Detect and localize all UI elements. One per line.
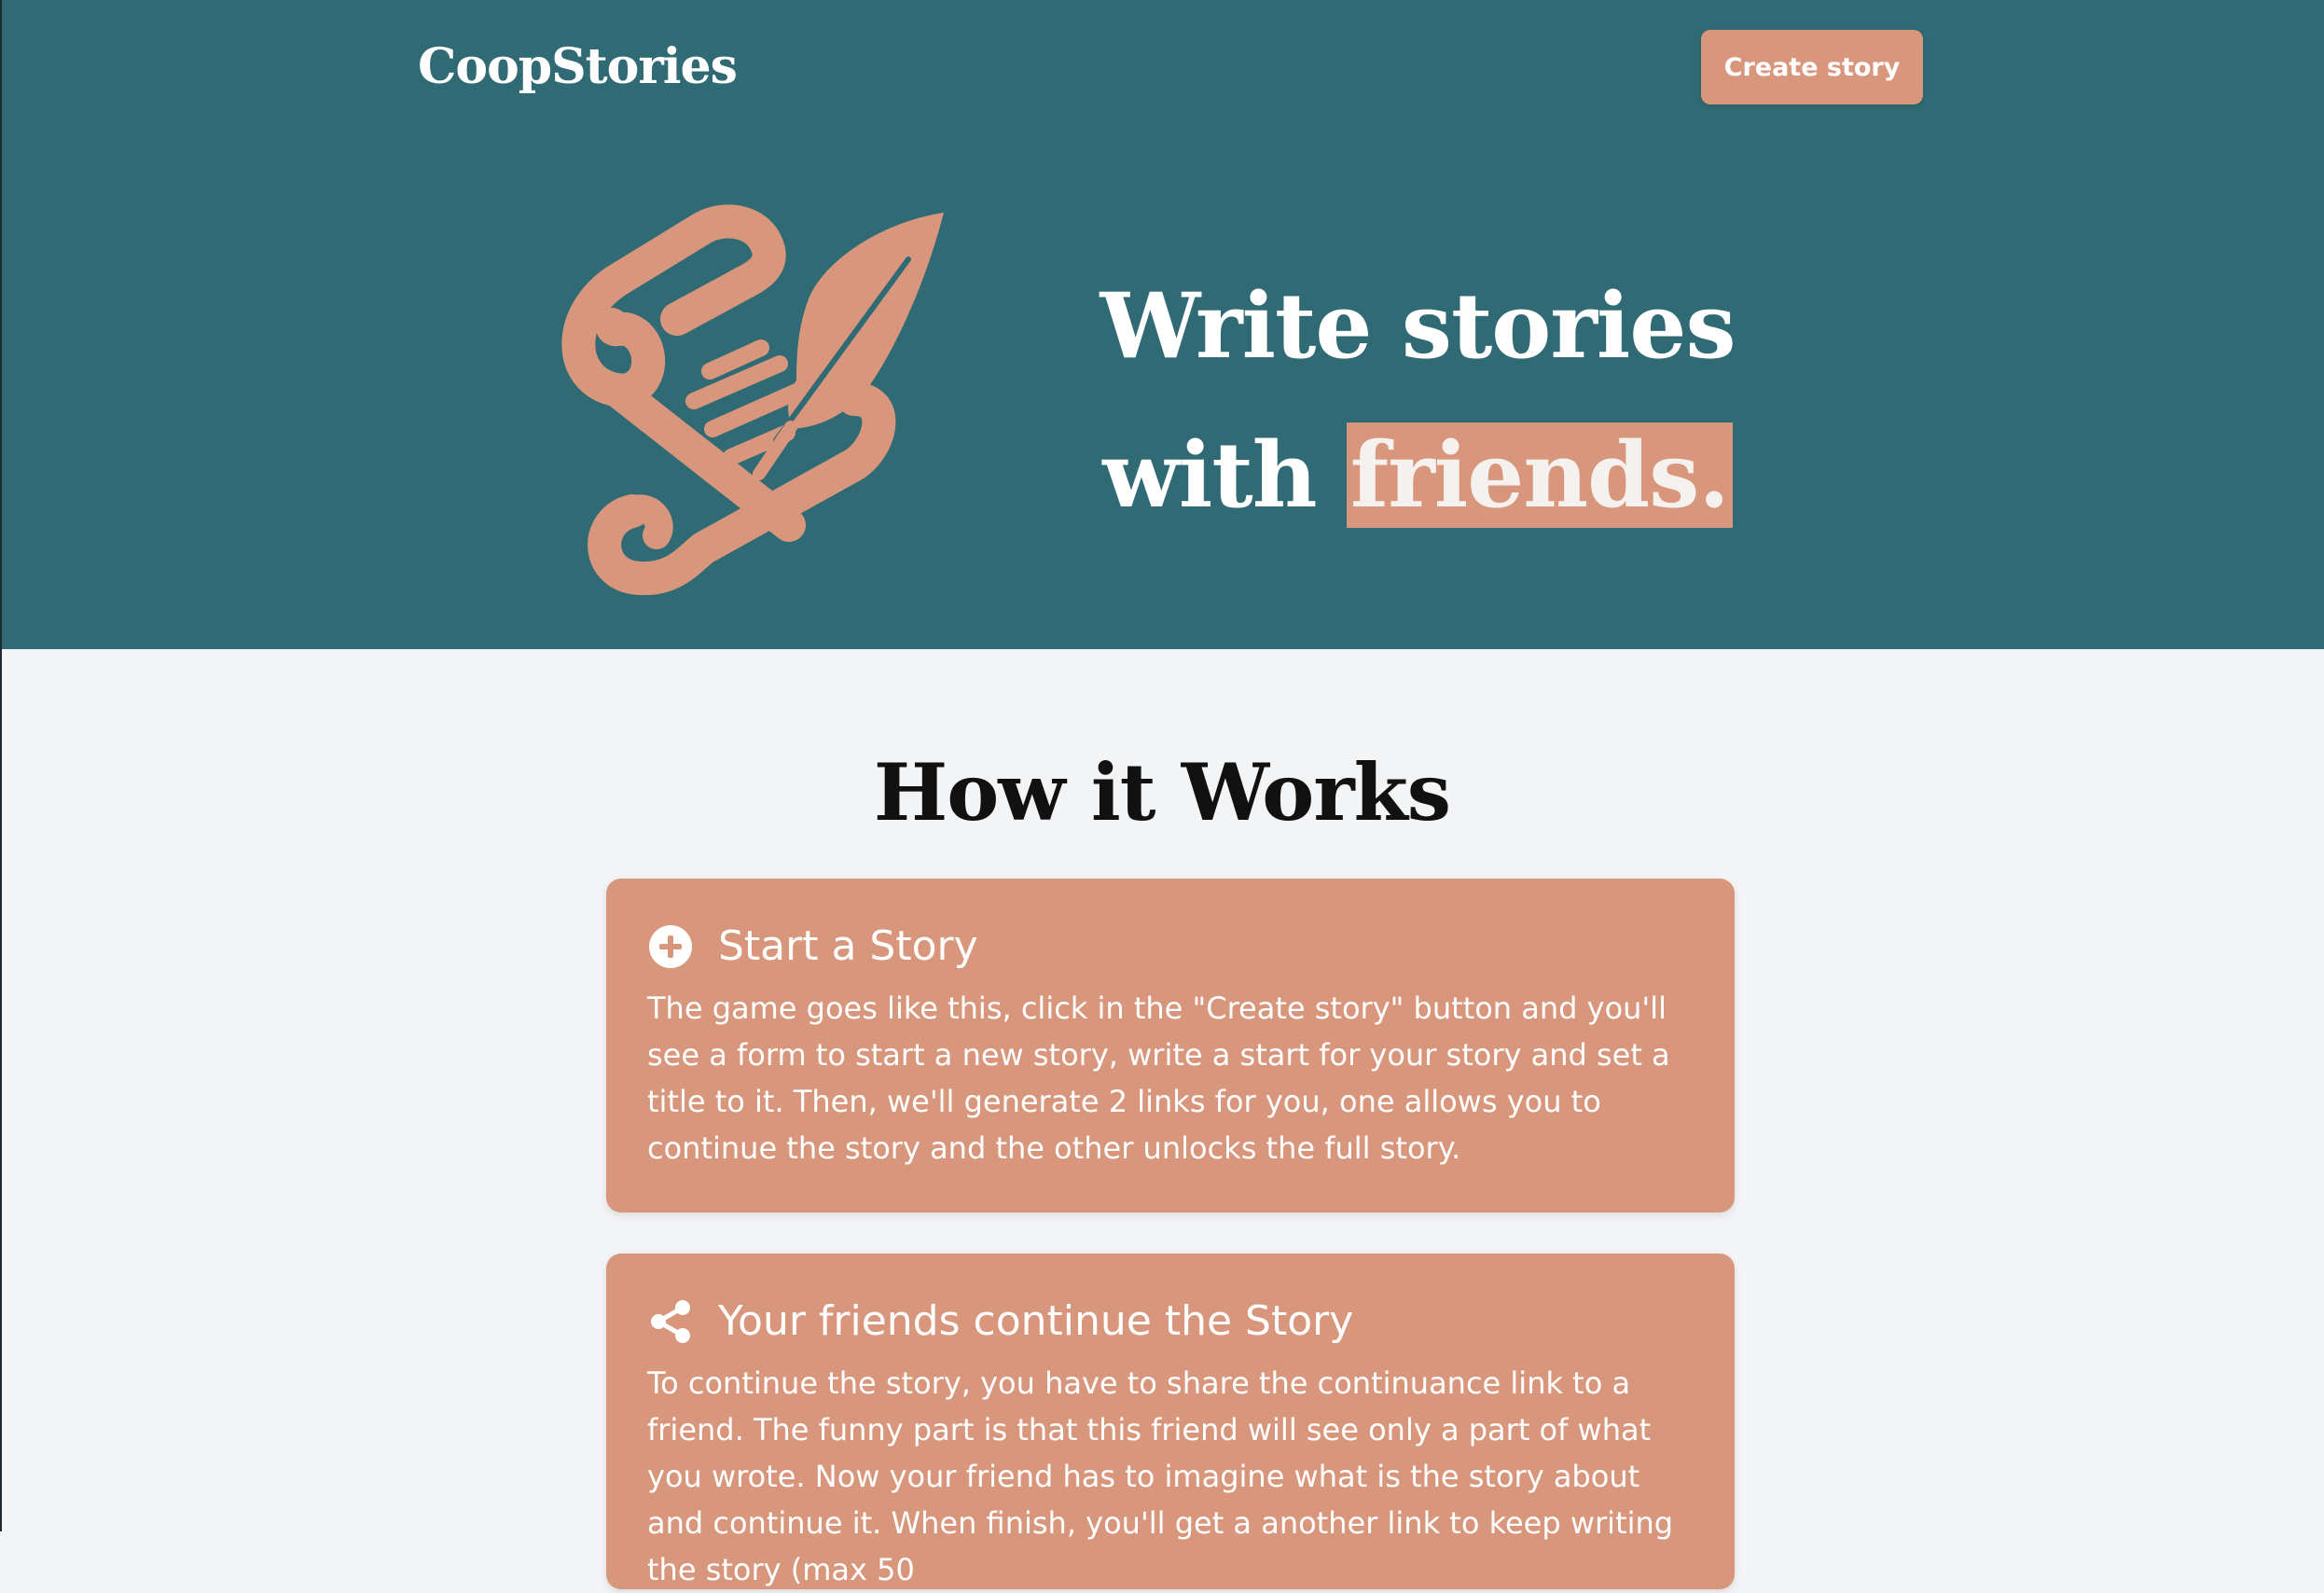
step-card-friends-continue: Your friends continue the Story To conti… — [606, 1254, 1735, 1589]
hero-headline: Write stories with friends. — [1026, 252, 1809, 550]
scroll-quill-icon — [561, 204, 944, 595]
how-it-works-title: How it Works — [873, 746, 1451, 838]
hero-section: CoopStories Create story Write stories w… — [0, 0, 2324, 649]
create-story-button[interactable]: Create story — [1701, 30, 1923, 104]
plus-circle-icon — [649, 925, 692, 968]
window-edge — [0, 0, 2, 1531]
headline-highlight: friends. — [1346, 422, 1733, 528]
share-icon — [651, 1300, 690, 1343]
card-header: Your friends continue the Story — [647, 1295, 1694, 1349]
card-body: The game goes like this, click in the "C… — [647, 990, 1670, 1166]
headline-line-1: Write stories — [1100, 273, 1736, 379]
card-body: To continue the story, you have to share… — [647, 1365, 1674, 1587]
card-title: Start a Story — [718, 922, 978, 970]
card-title: Your friends continue the Story — [718, 1297, 1354, 1345]
site-logo[interactable]: CoopStories — [418, 32, 738, 103]
card-header: Start a Story — [647, 920, 1694, 974]
step-card-start-story: Start a Story The game goes like this, c… — [606, 879, 1735, 1212]
headline-line-2-plain: with — [1102, 422, 1317, 528]
